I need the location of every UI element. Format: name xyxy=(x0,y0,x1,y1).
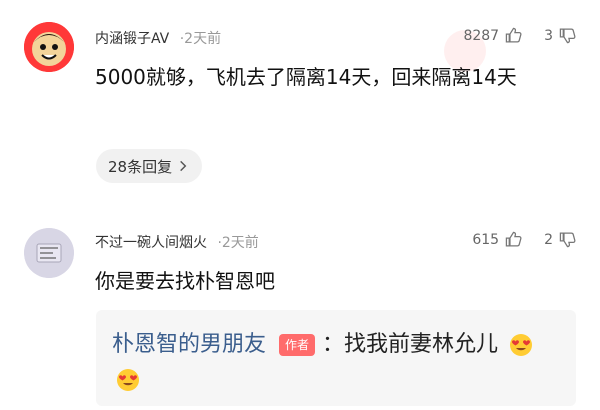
dislike-count: 3 xyxy=(544,27,553,44)
avatar[interactable] xyxy=(24,22,74,72)
dislike-button[interactable]: 3 xyxy=(544,27,576,44)
dislike-count: 2 xyxy=(544,231,553,248)
heart-eyes-emoji-icon xyxy=(510,334,533,356)
comment-meta: 不过一碗人间烟火 ·2天前 xyxy=(95,232,259,252)
comment-metrics: 8287 3 xyxy=(463,27,576,44)
timestamp: ·2天前 xyxy=(179,31,222,47)
timestamp: ·2天前 xyxy=(217,235,259,251)
thumb-up-icon xyxy=(505,27,522,43)
reply-preview[interactable]: 朴恩智的男朋友 作者 ：找我前妻林允儿 xyxy=(96,310,576,406)
chevron-right-icon xyxy=(180,160,187,172)
thumb-up-icon xyxy=(505,231,522,247)
view-replies-button[interactable]: 28条回复 xyxy=(96,149,203,183)
comment-metrics: 615 2 xyxy=(472,231,576,248)
reply-count: 28条回复 xyxy=(108,157,173,176)
comment-text: 5000就够，飞机去了隔离14天，回来隔离14天 xyxy=(95,65,517,89)
like-count: 615 xyxy=(472,231,500,248)
author-badge: 作者 xyxy=(279,334,316,356)
reply-author[interactable]: 朴恩智的男朋友 xyxy=(112,332,266,357)
username[interactable]: 内涵锻子AV xyxy=(95,31,169,47)
username[interactable]: 不过一碗人间烟火 xyxy=(95,235,207,251)
reply-line: 朴恩智的男朋友 作者 ：找我前妻林允儿 xyxy=(112,328,533,362)
avatar-pattern-icon xyxy=(24,228,74,278)
thumb-down-icon xyxy=(559,232,576,248)
like-button[interactable]: 615 xyxy=(472,231,522,248)
thumb-down-icon xyxy=(559,28,576,44)
like-count: 8287 xyxy=(463,27,500,44)
avatar[interactable] xyxy=(24,228,74,278)
avatar-face-icon xyxy=(24,22,74,72)
heart-eyes-emoji-icon xyxy=(117,369,139,391)
dislike-button[interactable]: 2 xyxy=(544,231,576,248)
comment-meta: 内涵锻子AV ·2天前 xyxy=(95,28,221,48)
comment-text: 你是要去找朴智恩吧 xyxy=(95,269,275,293)
like-button[interactable]: 8287 xyxy=(463,27,522,44)
reply-text: ：找我前妻林允儿 xyxy=(322,332,499,357)
